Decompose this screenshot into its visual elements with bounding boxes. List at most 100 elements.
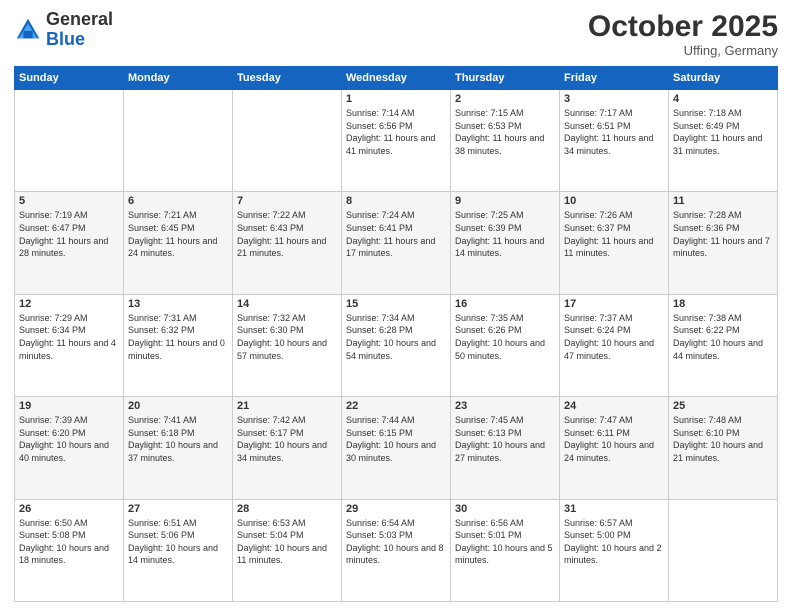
week-row-4: 26 Sunrise: 6:50 AM Sunset: 5:08 PM Dayli… — [15, 499, 778, 601]
week-row-1: 5 Sunrise: 7:19 AM Sunset: 6:47 PM Daylig… — [15, 192, 778, 294]
col-thursday: Thursday — [451, 67, 560, 90]
cell-info-4-0: Sunrise: 6:50 AM Sunset: 5:08 PM Dayligh… — [19, 517, 119, 567]
header-row: Sunday Monday Tuesday Wednesday Thursday… — [15, 67, 778, 90]
cell-3-4: 23 Sunrise: 7:45 AM Sunset: 6:13 PM Dayli… — [451, 397, 560, 499]
col-tuesday: Tuesday — [233, 67, 342, 90]
day-number-1-0: 5 — [19, 195, 119, 207]
cell-3-5: 24 Sunrise: 7:47 AM Sunset: 6:11 PM Dayli… — [560, 397, 669, 499]
cell-1-6: 11 Sunrise: 7:28 AM Sunset: 6:36 PM Dayli… — [669, 192, 778, 294]
logo-text: General Blue — [46, 10, 113, 50]
cell-1-0: 5 Sunrise: 7:19 AM Sunset: 6:47 PM Daylig… — [15, 192, 124, 294]
cell-info-3-1: Sunrise: 7:41 AM Sunset: 6:18 PM Dayligh… — [128, 414, 228, 464]
cell-4-6 — [669, 499, 778, 601]
cell-2-4: 16 Sunrise: 7:35 AM Sunset: 6:26 PM Dayli… — [451, 294, 560, 396]
cell-3-1: 20 Sunrise: 7:41 AM Sunset: 6:18 PM Dayli… — [124, 397, 233, 499]
day-number-2-2: 14 — [237, 298, 337, 310]
cell-4-3: 29Sunrise: 6:54 AM Sunset: 5:03 PM Dayli… — [342, 499, 451, 601]
cell-info-1-3: Sunrise: 7:24 AM Sunset: 6:41 PM Dayligh… — [346, 209, 446, 259]
day-number-4-1: 27 — [128, 503, 228, 515]
logo-icon — [14, 16, 42, 44]
cell-1-5: 10Sunrise: 7:26 AM Sunset: 6:37 PM Dayli… — [560, 192, 669, 294]
day-number-0-4: 2 — [455, 93, 555, 105]
day-number-4-5: 31 — [564, 503, 664, 515]
day-number-3-4: 23 — [455, 400, 555, 412]
cell-info-1-6: Sunrise: 7:28 AM Sunset: 6:36 PM Dayligh… — [673, 209, 773, 259]
day-number-1-5: 10 — [564, 195, 664, 207]
day-number-0-5: 3 — [564, 93, 664, 105]
cell-0-0 — [15, 90, 124, 192]
cell-3-2: 21Sunrise: 7:42 AM Sunset: 6:17 PM Dayli… — [233, 397, 342, 499]
title-area: October 2025 Uffing, Germany — [588, 10, 778, 58]
day-number-0-3: 1 — [346, 93, 446, 105]
day-number-4-2: 28 — [237, 503, 337, 515]
day-number-4-4: 30 — [455, 503, 555, 515]
day-number-2-0: 12 — [19, 298, 119, 310]
cell-4-2: 28 Sunrise: 6:53 AM Sunset: 5:04 PM Dayli… — [233, 499, 342, 601]
cell-info-3-5: Sunrise: 7:47 AM Sunset: 6:11 PM Dayligh… — [564, 414, 664, 464]
cell-info-4-3: Sunrise: 6:54 AM Sunset: 5:03 PM Dayligh… — [346, 517, 446, 567]
cell-info-4-1: Sunrise: 6:51 AM Sunset: 5:06 PM Dayligh… — [128, 517, 228, 567]
cell-info-0-3: Sunrise: 7:14 AM Sunset: 6:56 PM Dayligh… — [346, 107, 446, 157]
cell-info-0-6: Sunrise: 7:18 AM Sunset: 6:49 PM Dayligh… — [673, 107, 773, 157]
day-number-0-6: 4 — [673, 93, 773, 105]
cell-4-0: 26 Sunrise: 6:50 AM Sunset: 5:08 PM Dayli… — [15, 499, 124, 601]
cell-info-2-0: Sunrise: 7:29 AM Sunset: 6:34 PM Dayligh… — [19, 312, 119, 362]
day-number-2-1: 13 — [128, 298, 228, 310]
calendar-table: Sunday Monday Tuesday Wednesday Thursday… — [14, 66, 778, 602]
day-number-3-0: 19 — [19, 400, 119, 412]
day-number-3-5: 24 — [564, 400, 664, 412]
week-row-2: 12 Sunrise: 7:29 AM Sunset: 6:34 PM Dayli… — [15, 294, 778, 396]
week-row-0: 1 Sunrise: 7:14 AM Sunset: 6:56 PM Daylig… — [15, 90, 778, 192]
cell-info-1-0: Sunrise: 7:19 AM Sunset: 6:47 PM Dayligh… — [19, 209, 119, 259]
cell-0-6: 4 Sunrise: 7:18 AM Sunset: 6:49 PM Daylig… — [669, 90, 778, 192]
day-number-2-6: 18 — [673, 298, 773, 310]
day-number-1-1: 6 — [128, 195, 228, 207]
cell-info-3-3: Sunrise: 7:44 AM Sunset: 6:15 PM Dayligh… — [346, 414, 446, 464]
day-number-1-3: 8 — [346, 195, 446, 207]
cell-3-0: 19Sunrise: 7:39 AM Sunset: 6:20 PM Dayli… — [15, 397, 124, 499]
cell-1-1: 6 Sunrise: 7:21 AM Sunset: 6:45 PM Daylig… — [124, 192, 233, 294]
day-number-2-3: 15 — [346, 298, 446, 310]
cell-0-3: 1 Sunrise: 7:14 AM Sunset: 6:56 PM Daylig… — [342, 90, 451, 192]
cell-info-3-2: Sunrise: 7:42 AM Sunset: 6:17 PM Dayligh… — [237, 414, 337, 464]
col-sunday: Sunday — [15, 67, 124, 90]
cell-2-0: 12 Sunrise: 7:29 AM Sunset: 6:34 PM Dayli… — [15, 294, 124, 396]
day-number-1-2: 7 — [237, 195, 337, 207]
cell-info-3-4: Sunrise: 7:45 AM Sunset: 6:13 PM Dayligh… — [455, 414, 555, 464]
logo: General Blue — [14, 10, 113, 50]
cell-info-1-1: Sunrise: 7:21 AM Sunset: 6:45 PM Dayligh… — [128, 209, 228, 259]
cell-4-4: 30 Sunrise: 6:56 AM Sunset: 5:01 PM Dayli… — [451, 499, 560, 601]
page: General Blue October 2025 Uffing, German… — [0, 0, 792, 612]
day-number-2-5: 17 — [564, 298, 664, 310]
cell-1-4: 9 Sunrise: 7:25 AM Sunset: 6:39 PM Daylig… — [451, 192, 560, 294]
cell-0-1 — [124, 90, 233, 192]
day-number-1-4: 9 — [455, 195, 555, 207]
cell-3-6: 25Sunrise: 7:48 AM Sunset: 6:10 PM Dayli… — [669, 397, 778, 499]
header: General Blue October 2025 Uffing, German… — [14, 10, 778, 58]
cell-2-2: 14Sunrise: 7:32 AM Sunset: 6:30 PM Dayli… — [233, 294, 342, 396]
logo-general: General — [46, 9, 113, 29]
cell-info-4-2: Sunrise: 6:53 AM Sunset: 5:04 PM Dayligh… — [237, 517, 337, 567]
cell-4-5: 31Sunrise: 6:57 AM Sunset: 5:00 PM Dayli… — [560, 499, 669, 601]
day-number-4-0: 26 — [19, 503, 119, 515]
cell-info-2-5: Sunrise: 7:37 AM Sunset: 6:24 PM Dayligh… — [564, 312, 664, 362]
cell-info-2-3: Sunrise: 7:34 AM Sunset: 6:28 PM Dayligh… — [346, 312, 446, 362]
cell-info-0-5: Sunrise: 7:17 AM Sunset: 6:51 PM Dayligh… — [564, 107, 664, 157]
cell-info-1-4: Sunrise: 7:25 AM Sunset: 6:39 PM Dayligh… — [455, 209, 555, 259]
location-subtitle: Uffing, Germany — [588, 43, 778, 58]
week-row-3: 19Sunrise: 7:39 AM Sunset: 6:20 PM Dayli… — [15, 397, 778, 499]
cell-info-0-4: Sunrise: 7:15 AM Sunset: 6:53 PM Dayligh… — [455, 107, 555, 157]
col-friday: Friday — [560, 67, 669, 90]
cell-4-1: 27 Sunrise: 6:51 AM Sunset: 5:06 PM Dayli… — [124, 499, 233, 601]
cell-0-2 — [233, 90, 342, 192]
day-number-3-1: 20 — [128, 400, 228, 412]
month-title: October 2025 — [588, 10, 778, 43]
day-number-1-6: 11 — [673, 195, 773, 207]
day-number-2-4: 16 — [455, 298, 555, 310]
cell-info-4-4: Sunrise: 6:56 AM Sunset: 5:01 PM Dayligh… — [455, 517, 555, 567]
cell-info-2-6: Sunrise: 7:38 AM Sunset: 6:22 PM Dayligh… — [673, 312, 773, 362]
cell-info-2-1: Sunrise: 7:31 AM Sunset: 6:32 PM Dayligh… — [128, 312, 228, 362]
cell-info-3-6: Sunrise: 7:48 AM Sunset: 6:10 PM Dayligh… — [673, 414, 773, 464]
cell-info-1-2: Sunrise: 7:22 AM Sunset: 6:43 PM Dayligh… — [237, 209, 337, 259]
cell-info-2-4: Sunrise: 7:35 AM Sunset: 6:26 PM Dayligh… — [455, 312, 555, 362]
